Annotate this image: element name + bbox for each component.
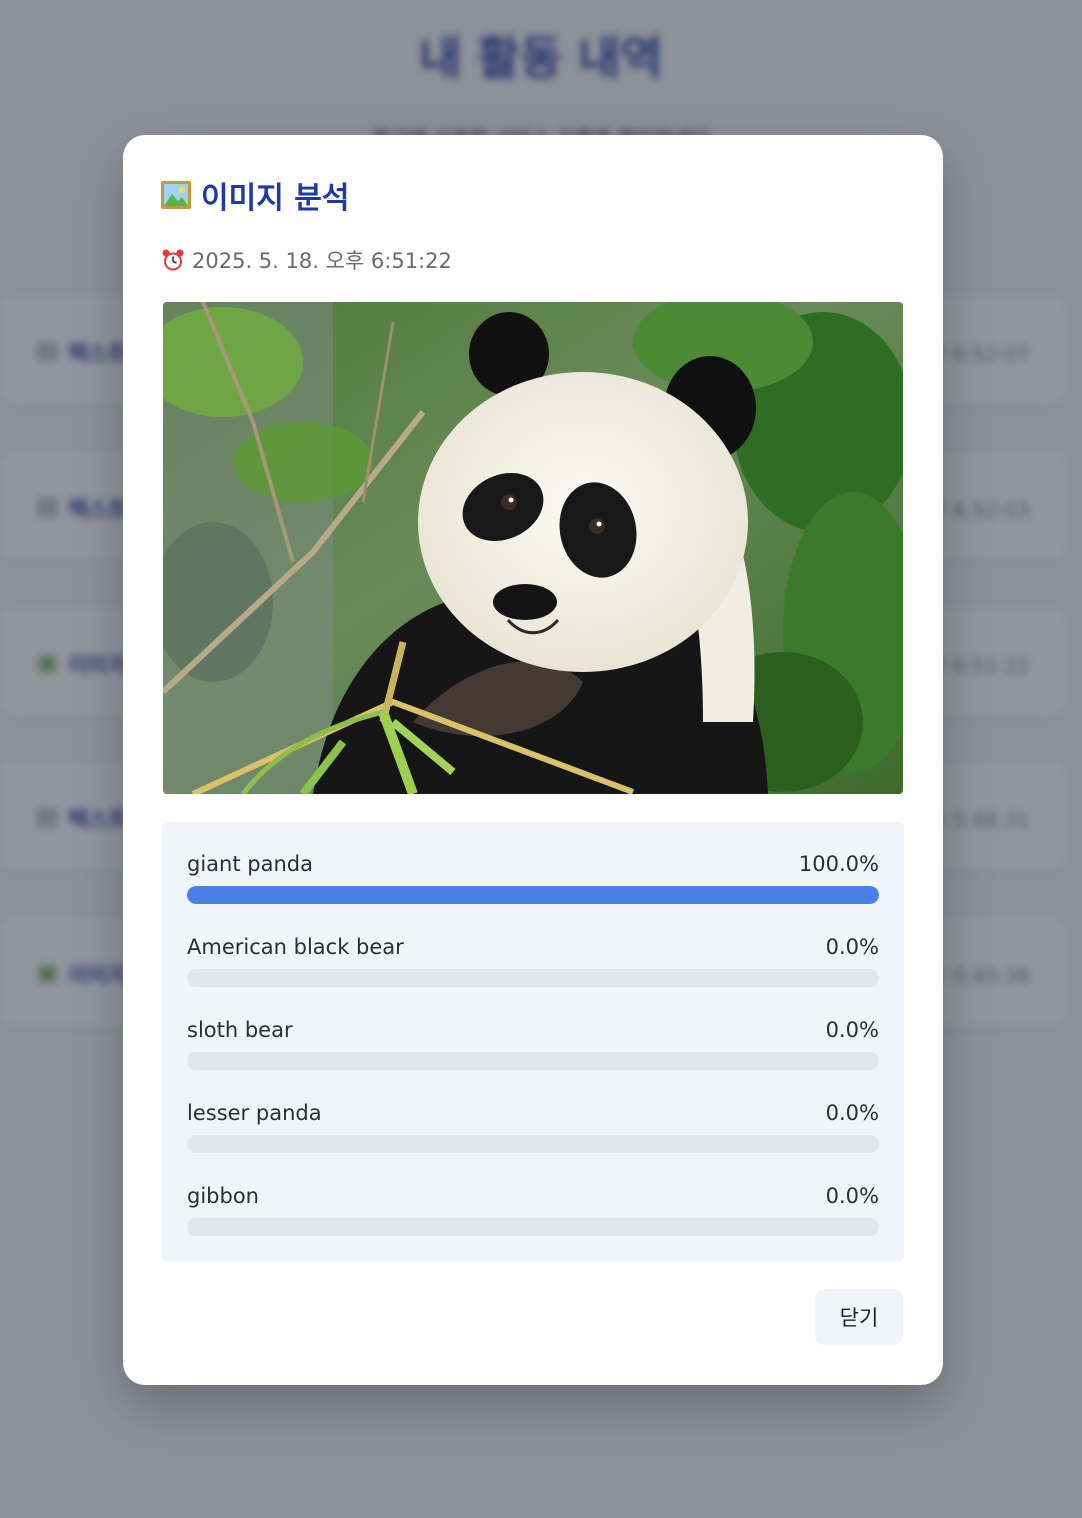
result-row: gibbon 0.0% [187, 1182, 879, 1242]
confidence-bar-track [187, 1135, 879, 1153]
close-button[interactable]: 닫기 [815, 1289, 903, 1345]
result-label: American black bear [187, 935, 404, 959]
confidence-bar-fill [187, 886, 879, 904]
confidence-bar-track [187, 886, 879, 904]
analysis-timestamp: 2025. 5. 18. 오후 6:51:22 [161, 245, 452, 275]
alarm-clock-icon [161, 248, 185, 272]
result-percentage: 0.0% [825, 1018, 879, 1042]
classification-results: giant panda 100.0% American black bear 0… [162, 822, 904, 1262]
result-percentage: 0.0% [825, 1101, 879, 1125]
image-analysis-modal: 이미지 분석 2025. 5. 18. 오후 6:51:22 giant pan… [123, 135, 943, 1385]
confidence-bar-track [187, 1052, 879, 1070]
analysis-timestamp-text: 2025. 5. 18. 오후 6:51:22 [192, 249, 452, 273]
modal-title-text: 이미지 분석 [201, 181, 350, 216]
result-label: lesser panda [187, 1101, 322, 1125]
confidence-bar-track [187, 969, 879, 987]
framed-picture-icon [161, 181, 191, 209]
result-label: giant panda [187, 852, 313, 876]
result-label: gibbon [187, 1184, 259, 1208]
result-row: sloth bear 0.0% [187, 1016, 879, 1076]
result-row: American black bear 0.0% [187, 933, 879, 993]
result-label: sloth bear [187, 1018, 293, 1042]
result-percentage: 0.0% [825, 935, 879, 959]
modal-title: 이미지 분석 [161, 175, 350, 216]
result-percentage: 0.0% [825, 1184, 879, 1208]
confidence-bar-track [187, 1218, 879, 1236]
result-percentage: 100.0% [798, 852, 879, 876]
analyzed-photo [163, 302, 903, 794]
result-row: lesser panda 0.0% [187, 1099, 879, 1159]
result-row: giant panda 100.0% [187, 850, 879, 910]
